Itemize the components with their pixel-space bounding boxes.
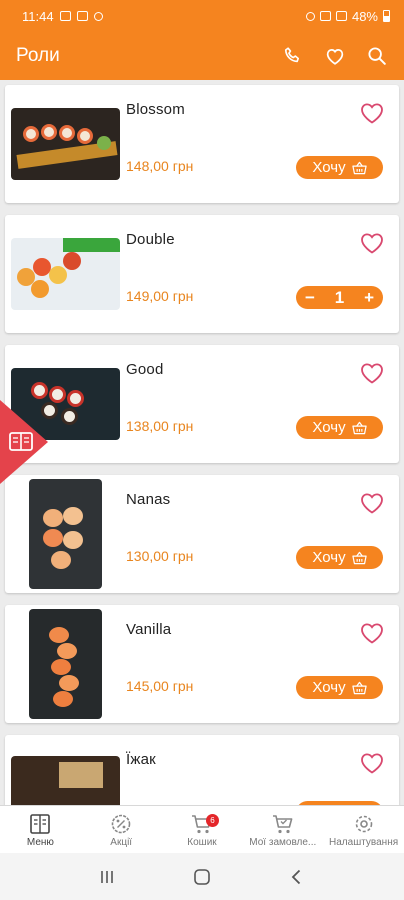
product-price: 138,00 грн — [126, 418, 194, 434]
product-price: 130,00 грн — [126, 548, 194, 564]
product-price: 145,00 грн — [126, 678, 194, 694]
product-price: 148,00 грн — [126, 158, 194, 174]
product-card[interactable]: Їжак — [5, 735, 399, 805]
decrease-button[interactable]: − — [305, 288, 315, 308]
back-icon[interactable] — [287, 867, 307, 887]
product-name: Blossom — [126, 101, 185, 118]
product-name: Good — [126, 361, 164, 378]
want-button[interactable]: Хочу — [296, 676, 383, 699]
favorites-heart-icon[interactable] — [324, 45, 346, 67]
product-image — [29, 609, 102, 719]
want-button-label: Хочу — [312, 679, 346, 696]
product-price: 149,00 грн — [126, 288, 194, 304]
nav-label-cart: Кошик — [187, 837, 217, 848]
increase-button[interactable]: + — [364, 288, 374, 308]
nav-item-settings[interactable]: Налаштування — [323, 806, 404, 853]
page-title: Роли — [16, 45, 60, 66]
product-name: Їжак — [126, 751, 156, 768]
product-image — [11, 108, 120, 180]
nav-item-my-orders[interactable]: Мої замовле... — [242, 806, 323, 853]
product-card[interactable]: Blossom 148,00 грн Хочу — [5, 85, 399, 203]
status-bar: 11:44 48% — [0, 0, 404, 32]
nav-item-promotions[interactable]: Акції — [81, 806, 162, 853]
product-name: Vanilla — [126, 621, 172, 638]
cart-badge: 6 — [205, 814, 219, 827]
nav-label-my-orders: Мої замовле... — [249, 837, 317, 848]
product-image — [11, 756, 120, 805]
phone-icon[interactable] — [282, 45, 304, 67]
want-button[interactable]: Хочу — [296, 156, 383, 179]
system-navigation-bar — [0, 853, 404, 900]
product-image — [29, 479, 102, 589]
want-button[interactable]: Хочу — [296, 416, 383, 439]
want-button-label: Хочу — [312, 419, 346, 436]
signal-icon — [335, 11, 347, 21]
product-card[interactable]: Double 149,00 грн − 1 + — [5, 215, 399, 333]
product-image — [11, 238, 120, 310]
bottom-navigation: Меню Акції 6 Кошик Мої замовле... Налашт… — [0, 805, 404, 853]
menu-book-icon — [30, 814, 51, 834]
nav-label-menu: Меню — [26, 837, 54, 848]
nav-label-promotions: Акції — [110, 837, 133, 848]
basket-icon — [351, 421, 367, 434]
status-time: 11:44 — [22, 8, 54, 24]
battery-icon — [383, 10, 390, 22]
wifi-icon — [319, 11, 331, 21]
percent-badge-icon — [111, 814, 131, 834]
mute-icon — [305, 11, 315, 21]
product-card[interactable]: Vanilla 145,00 грн Хочу — [5, 605, 399, 723]
nav-label-settings: Налаштування — [329, 837, 399, 848]
heart-icon[interactable] — [359, 491, 385, 515]
quantity-stepper[interactable]: − 1 + — [296, 286, 383, 309]
home-icon[interactable] — [192, 867, 212, 887]
product-name: Double — [126, 231, 175, 248]
product-list[interactable]: Blossom 148,00 грн Хочу Double 149,00 гр… — [0, 80, 404, 805]
product-card[interactable]: Good 138,00 грн Хочу — [5, 345, 399, 463]
heart-icon[interactable] — [359, 751, 385, 775]
settings-gear-icon — [355, 815, 372, 833]
quantity-value: 1 — [334, 287, 345, 307]
heart-icon[interactable] — [359, 621, 385, 645]
want-button-label: Хочу — [312, 159, 346, 176]
recent-apps-icon[interactable] — [97, 867, 117, 887]
nav-item-cart[interactable]: 6 Кошик — [162, 806, 243, 853]
battery-percent: 48% — [351, 8, 378, 24]
product-name: Nanas — [126, 491, 171, 508]
orders-cart-icon — [272, 815, 293, 834]
search-icon[interactable] — [366, 45, 388, 67]
basket-icon — [351, 161, 367, 174]
notification-icon — [93, 11, 103, 21]
heart-icon[interactable] — [359, 361, 385, 385]
menu-side-tab[interactable] — [0, 400, 48, 484]
app-bar: Роли — [0, 32, 404, 80]
product-card[interactable]: Nanas 130,00 грн Хочу — [5, 475, 399, 593]
want-button[interactable]: Хочу — [296, 546, 383, 569]
basket-icon — [351, 681, 367, 694]
mail-icon — [76, 11, 88, 21]
heart-icon[interactable] — [359, 101, 385, 125]
want-button-label: Хочу — [312, 549, 346, 566]
gallery-icon — [59, 11, 71, 21]
nav-item-menu[interactable]: Меню — [0, 806, 81, 853]
heart-icon[interactable] — [359, 231, 385, 255]
basket-icon — [351, 551, 367, 564]
